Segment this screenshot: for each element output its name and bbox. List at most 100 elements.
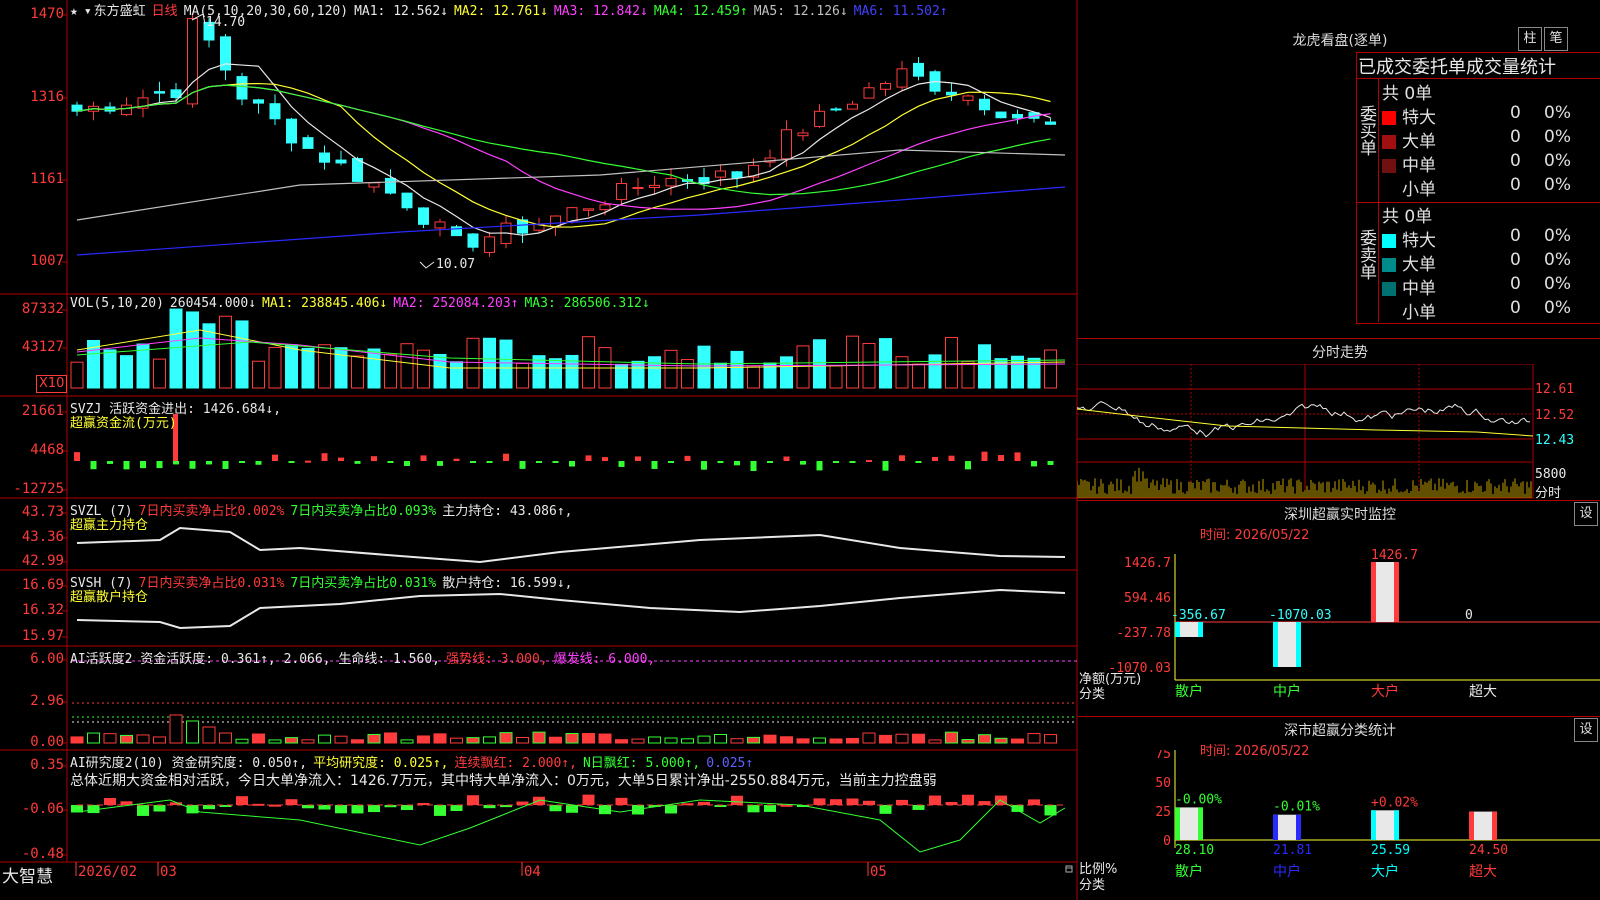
activity-bar [895, 733, 909, 744]
divider [1077, 500, 1600, 501]
order-count: 0 [1510, 274, 1521, 294]
sz-bar-value: 0 [1465, 608, 1473, 623]
research-bar [830, 799, 842, 805]
cls-bar-edge [1296, 814, 1301, 840]
lhb-title: 龙虎看盘(逐单) [1292, 33, 1388, 49]
flow-bar [684, 455, 691, 461]
activity-bar [582, 733, 595, 744]
volume-bar [301, 347, 315, 389]
main-force-position-line [76, 526, 1066, 564]
order-row-sell_rows-1: 大单 [1382, 250, 1436, 275]
candle-body [352, 158, 363, 182]
activity-bar [912, 733, 925, 744]
svsh-subtitle: 超赢散户持仓 [70, 590, 149, 605]
order-count: 0 [1510, 226, 1521, 246]
candle-body [814, 110, 825, 127]
capital-flow-bars [74, 414, 1054, 471]
bar-view-button[interactable]: 柱 [1518, 27, 1542, 51]
volume-bar [120, 355, 133, 389]
cls-axis-category: 分类 [1079, 878, 1106, 893]
period-label[interactable]: 日线 [152, 4, 178, 19]
color-swatch [1382, 135, 1396, 149]
activity-bar [103, 733, 117, 744]
candle-body [731, 171, 743, 179]
volume-bar [730, 350, 744, 389]
flow-bar [420, 455, 427, 461]
flow-bar [882, 461, 889, 471]
activity-bar [829, 738, 843, 744]
price-axis-label: 1161 [30, 171, 64, 187]
classification-settings-button[interactable]: 设 [1574, 718, 1598, 742]
intraday-chart[interactable] [1077, 364, 1600, 500]
flow-bar [305, 460, 311, 463]
flow-bar [552, 461, 559, 463]
ma-value-6: MA6: 11.502↑ [853, 4, 948, 19]
volume-bar [747, 365, 760, 389]
vol-ma2: MA2: 252084.203↑ [393, 296, 519, 311]
candle-body [1012, 113, 1023, 119]
volume-bar [945, 337, 958, 389]
flow-bar [371, 456, 377, 461]
volume-bar [714, 362, 727, 389]
ai1-strong-line: 强势线: 3.000, [445, 652, 548, 667]
flow-bar [981, 451, 988, 461]
flow-bar [74, 452, 80, 461]
ma-line [76, 84, 1051, 210]
flow-bar [800, 461, 806, 465]
cls-bar-change: -0.01% [1273, 800, 1320, 815]
research-bar [863, 800, 875, 805]
activity-bar [1011, 738, 1024, 744]
activity-bar [714, 734, 727, 744]
order-percent: 0% [1544, 274, 1571, 294]
research-bar [896, 799, 908, 805]
flow-bar [635, 456, 641, 461]
activity-bar [433, 733, 447, 744]
research-bar [335, 805, 347, 814]
sell-total: 共 0单 [1382, 207, 1433, 227]
svzl-position: 主力持仓: 43.086↑, [442, 504, 573, 519]
order-type-label: 特大 [1402, 108, 1436, 128]
candle-body [781, 129, 792, 160]
candle-body [121, 104, 132, 116]
ma-value-5: MA5: 12.126↓ [753, 4, 848, 19]
sz-bar-value: -356.67 [1171, 608, 1226, 623]
svzl-axis-label: 43.36 [21, 529, 64, 545]
tick-view-button[interactable]: 笔 [1544, 27, 1568, 51]
activity-bar [862, 732, 876, 744]
intraday-price-label: 12.52 [1535, 408, 1575, 423]
activity-bar [961, 739, 975, 744]
flow-bar [866, 460, 872, 463]
volume-bar [780, 356, 793, 389]
order-row-buy_rows-1: 大单 [1382, 127, 1436, 152]
dropdown-arrow-icon[interactable]: ▾ [84, 4, 92, 19]
candle-body [1045, 121, 1056, 125]
activity-bar [813, 737, 826, 744]
flow-bar [123, 461, 130, 470]
flow-bar [651, 461, 658, 469]
svzl-axis-label: 42.99 [21, 553, 64, 569]
volume-bar [978, 344, 991, 389]
activity-bar [136, 734, 150, 744]
activity-bar [615, 739, 628, 744]
research-bar [104, 798, 116, 805]
activity-bar [796, 738, 810, 744]
activity-bar [978, 734, 991, 744]
flow-bar [404, 461, 410, 466]
volume-bar [433, 353, 447, 389]
sz-settings-button[interactable]: 设 [1574, 502, 1598, 526]
volume-bar [450, 361, 463, 389]
sz-category-label: 中户 [1273, 683, 1301, 700]
sz-axis-label: -237.78 [1116, 626, 1171, 641]
candle-body [368, 182, 380, 188]
order-type-label: 小单 [1402, 180, 1436, 200]
order-percent: 0% [1544, 103, 1571, 123]
order-row-buy_rows-3: 小单 [1382, 175, 1436, 200]
svsh-line [76, 588, 1066, 630]
activity-bar [747, 736, 760, 744]
order-type-label: 小单 [1402, 303, 1436, 323]
buy-total: 共 0单 [1382, 84, 1433, 104]
classification-title: 深市超赢分类统计 [1284, 723, 1396, 739]
flow-bar [437, 461, 443, 466]
star-icon[interactable]: ★ [70, 4, 78, 19]
order-percent: 0% [1544, 151, 1571, 171]
